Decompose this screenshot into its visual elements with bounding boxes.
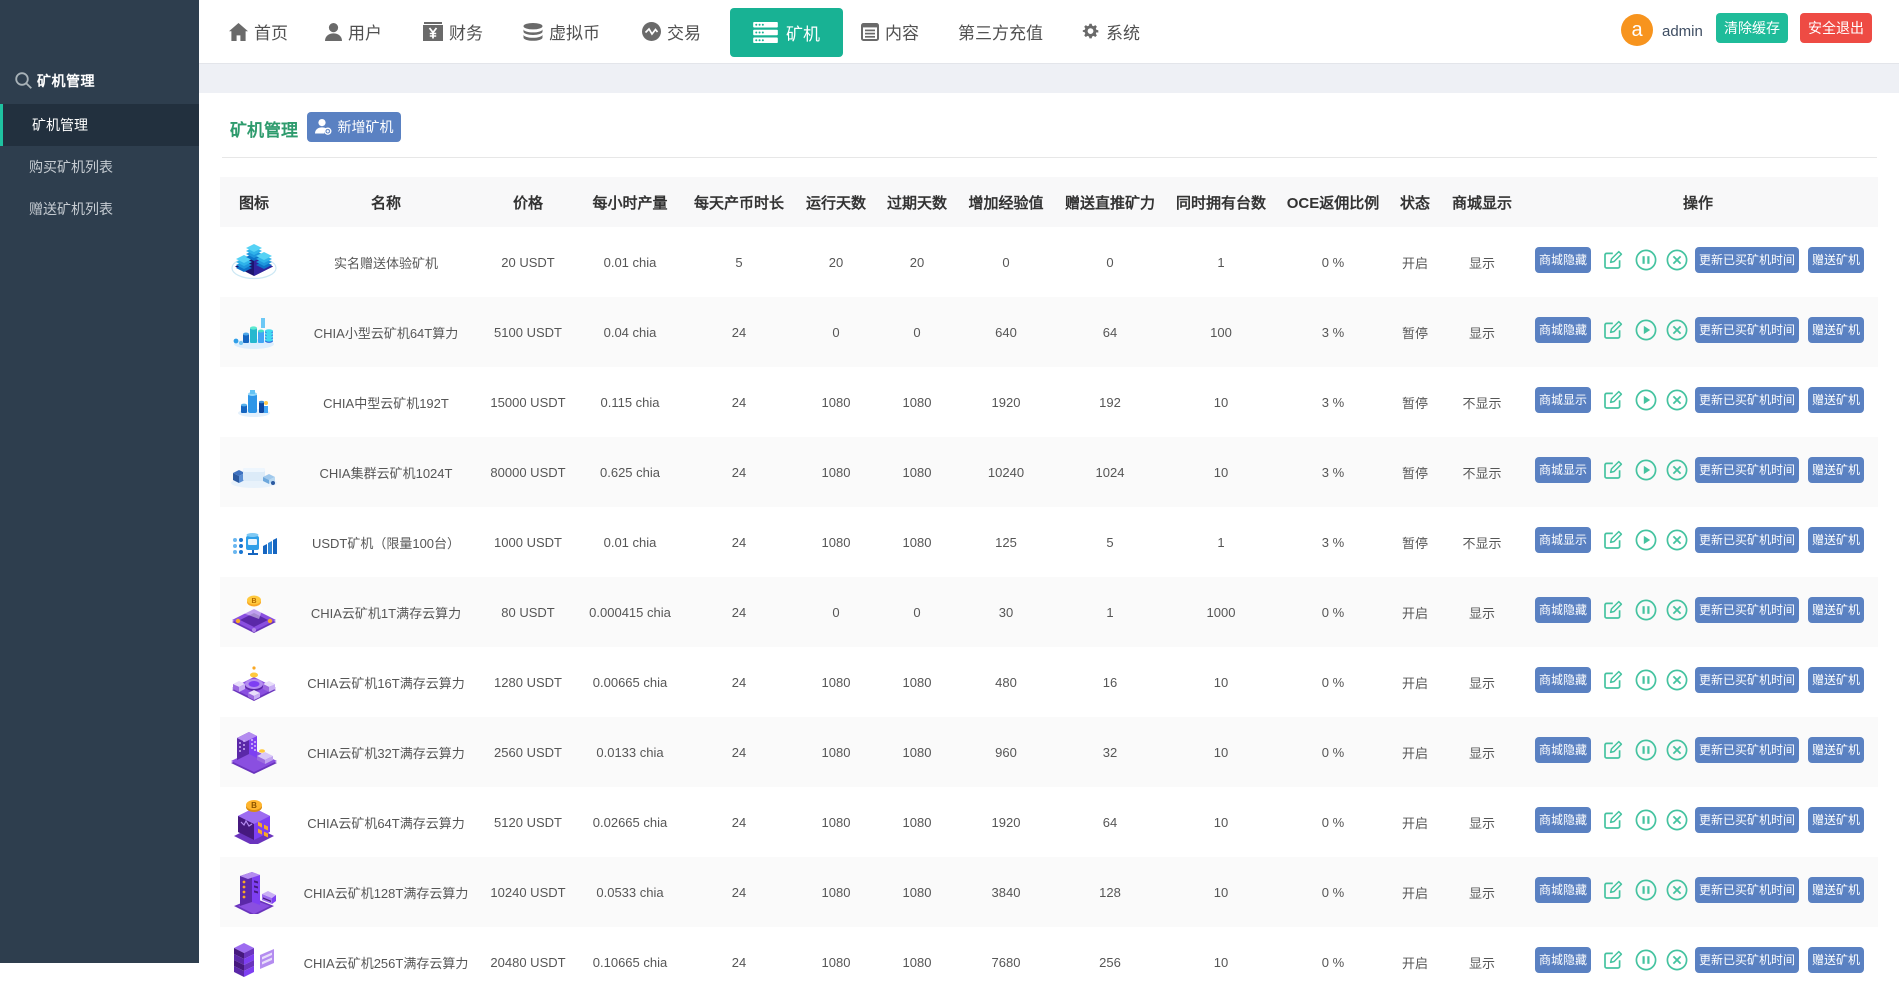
svg-text:B: B <box>251 598 256 605</box>
svg-text:B: B <box>251 801 257 810</box>
